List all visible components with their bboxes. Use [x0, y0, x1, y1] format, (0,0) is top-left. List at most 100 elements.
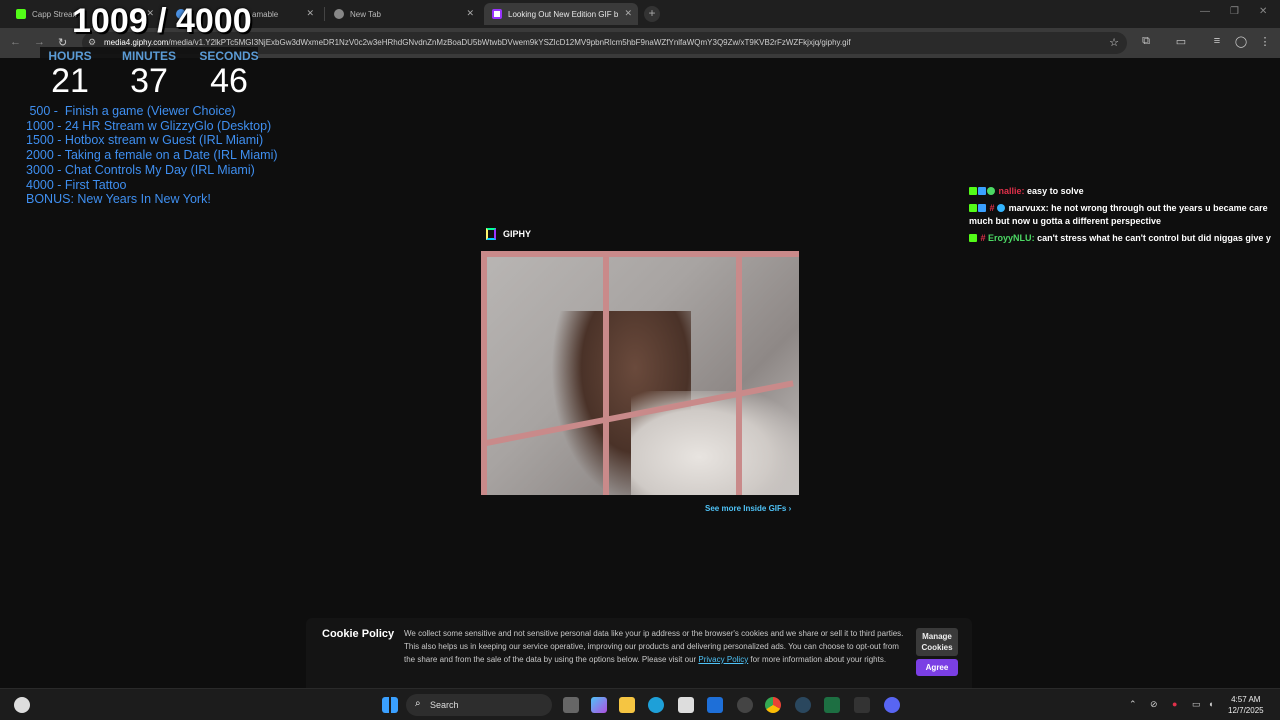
- goal-item: 2000 - Taking a female on a Date (IRL Mi…: [26, 148, 278, 163]
- hash-icon: #: [980, 233, 986, 243]
- timer-hours: HOURS 21: [35, 49, 105, 99]
- chat-text: easy to solve: [1027, 186, 1084, 196]
- goal-item: 1500 - Hotbox stream w Guest (IRL Miami): [26, 133, 264, 148]
- tab-title: Looking Out New Edition GIF b: [508, 9, 619, 19]
- chat-username: EroyyNLU: [988, 233, 1032, 243]
- clock-time: 4:57 AM: [1231, 695, 1261, 704]
- tab-new-tab[interactable]: New Tab ✕: [326, 3, 480, 25]
- chat-overlay: nallie: easy to solve # marvuxx: he not …: [969, 185, 1280, 249]
- file-explorer-icon[interactable]: [619, 697, 635, 713]
- gem-badge-icon: [997, 204, 1006, 212]
- taskbar-clock[interactable]: 4:57 AM 12/7/2025: [1228, 694, 1264, 716]
- minutes-label: MINUTES: [122, 49, 176, 63]
- tab-close-icon[interactable]: ✕: [306, 8, 314, 19]
- gif-image[interactable]: [481, 251, 799, 495]
- cookie-banner: Cookie Policy We collect some sensitive …: [306, 618, 972, 688]
- copilot-icon[interactable]: [591, 697, 607, 713]
- goal-item: BONUS: New Years In New York!: [26, 192, 211, 207]
- profile-icon[interactable]: ◯: [1234, 35, 1248, 49]
- chat-message: nallie: easy to solve: [969, 185, 1280, 198]
- restore-icon[interactable]: ❐: [1230, 6, 1239, 17]
- volume-icon[interactable]: ◖: [1208, 699, 1213, 709]
- kick-favicon-icon: [16, 9, 26, 19]
- start-icon[interactable]: [382, 697, 398, 713]
- manage-cookies-button[interactable]: Manage Cookies: [916, 628, 958, 656]
- sub-badge-icon: [978, 187, 986, 195]
- tab-close-icon[interactable]: ✕: [466, 8, 474, 19]
- search-icon: ⌕: [415, 698, 421, 709]
- window-frame: [603, 251, 609, 495]
- chat-message: # EroyyNLU: can't stress what he can't c…: [969, 232, 1280, 245]
- weather-icon[interactable]: [14, 697, 30, 713]
- chat-username: marvuxx: [1008, 203, 1046, 213]
- tab-title: New Tab: [350, 9, 381, 19]
- window-frame: [736, 251, 742, 495]
- goals-list: 500 - Finish a game (Viewer Choice) 1000…: [26, 104, 278, 207]
- window-frame: [481, 251, 487, 495]
- giphy-favicon-icon: [492, 9, 502, 19]
- giphy-logo-icon: [486, 228, 496, 240]
- see-more-link[interactable]: See more Inside GIFs ›: [705, 504, 791, 513]
- tab-close-icon[interactable]: ✕: [624, 8, 632, 19]
- chat-text: can't stress what he can't control but d…: [1037, 233, 1271, 243]
- minutes-value: 37: [130, 62, 168, 100]
- goal-item: 3000 - Chat Controls My Day (IRL Miami): [26, 162, 255, 177]
- display-icon[interactable]: ▭: [1192, 699, 1201, 710]
- kick-badge-icon: [969, 234, 977, 242]
- chrome-icon[interactable]: [765, 697, 781, 713]
- clock-date: 12/7/2025: [1228, 706, 1264, 715]
- verified-badge-icon: [987, 187, 995, 195]
- app-icon[interactable]: [737, 697, 753, 713]
- goal-item: 500 - Finish a game (Viewer Choice): [26, 104, 236, 118]
- tab-giphy-active[interactable]: Looking Out New Edition GIF b ✕: [484, 3, 638, 25]
- window-frame: [481, 251, 799, 257]
- privacy-policy-link[interactable]: Privacy Policy: [698, 655, 748, 664]
- seconds-label: SECONDS: [199, 49, 259, 63]
- excel-icon[interactable]: [824, 697, 840, 713]
- task-view-icon[interactable]: [563, 697, 579, 713]
- chrome-favicon-icon: [334, 9, 344, 19]
- chat-username: nallie: [998, 186, 1022, 196]
- cast-icon[interactable]: ▭: [1174, 35, 1188, 49]
- tray-overflow-icon[interactable]: ⌃: [1129, 699, 1137, 710]
- giphy-brand[interactable]: GIPHY: [486, 228, 531, 240]
- chat-message: # marvuxx: he not wrong through out the …: [969, 203, 1268, 226]
- hash-icon: #: [989, 203, 995, 213]
- menu-icon[interactable]: ⋮: [1258, 35, 1272, 49]
- seconds-value: 46: [210, 62, 248, 100]
- tab-title: amable: [252, 9, 279, 19]
- minimize-icon[interactable]: —: [1200, 6, 1210, 17]
- hours-label: HOURS: [48, 49, 92, 63]
- search-label: Search: [430, 700, 459, 710]
- kick-badge-icon: [969, 187, 977, 195]
- sub-goal-counter: 1009 / 4000: [72, 2, 252, 40]
- extensions-icon[interactable]: ⧉: [1139, 35, 1153, 49]
- kick-badge-icon: [969, 204, 977, 212]
- edge-icon[interactable]: [648, 697, 664, 713]
- close-window-icon[interactable]: ✕: [1259, 6, 1267, 17]
- epic-games-icon[interactable]: [854, 697, 870, 713]
- goal-item: 4000 - First Tattoo: [26, 177, 127, 192]
- back-icon[interactable]: ←: [10, 36, 21, 48]
- bookmark-star-icon[interactable]: ☆: [1109, 36, 1119, 49]
- timer-minutes: MINUTES 37: [114, 49, 184, 99]
- tab-separator: [324, 7, 325, 21]
- media-icon[interactable]: ≡: [1210, 35, 1224, 49]
- hours-value: 21: [51, 62, 89, 100]
- cookie-title: Cookie Policy: [322, 628, 395, 640]
- mic-icon[interactable]: ●: [1172, 699, 1177, 709]
- mail-icon[interactable]: [707, 697, 723, 713]
- subathon-timer: HOURS 21 MINUTES 37 SECONDS 46: [40, 47, 259, 103]
- network-icon[interactable]: ⊘: [1150, 699, 1158, 710]
- goal-item: 1000 - 24 HR Stream w GlizzyGlo (Desktop…: [26, 118, 272, 133]
- taskbar-search[interactable]: ⌕ Search: [406, 694, 552, 716]
- giphy-brand-text: GIPHY: [503, 229, 532, 239]
- discord-icon[interactable]: [884, 697, 900, 713]
- new-tab-button[interactable]: +: [644, 6, 660, 22]
- agree-button[interactable]: Agree: [916, 659, 958, 676]
- store-icon[interactable]: [678, 697, 694, 713]
- taskbar: ⌕ Search ⌃ ⊘ ● ▭ ◖ 4:57 AM 12/7/2025: [0, 688, 1280, 720]
- steam-icon[interactable]: [795, 697, 811, 713]
- sub-badge-icon: [978, 204, 986, 212]
- cookie-text: We collect some sensitive and not sensit…: [404, 629, 904, 664]
